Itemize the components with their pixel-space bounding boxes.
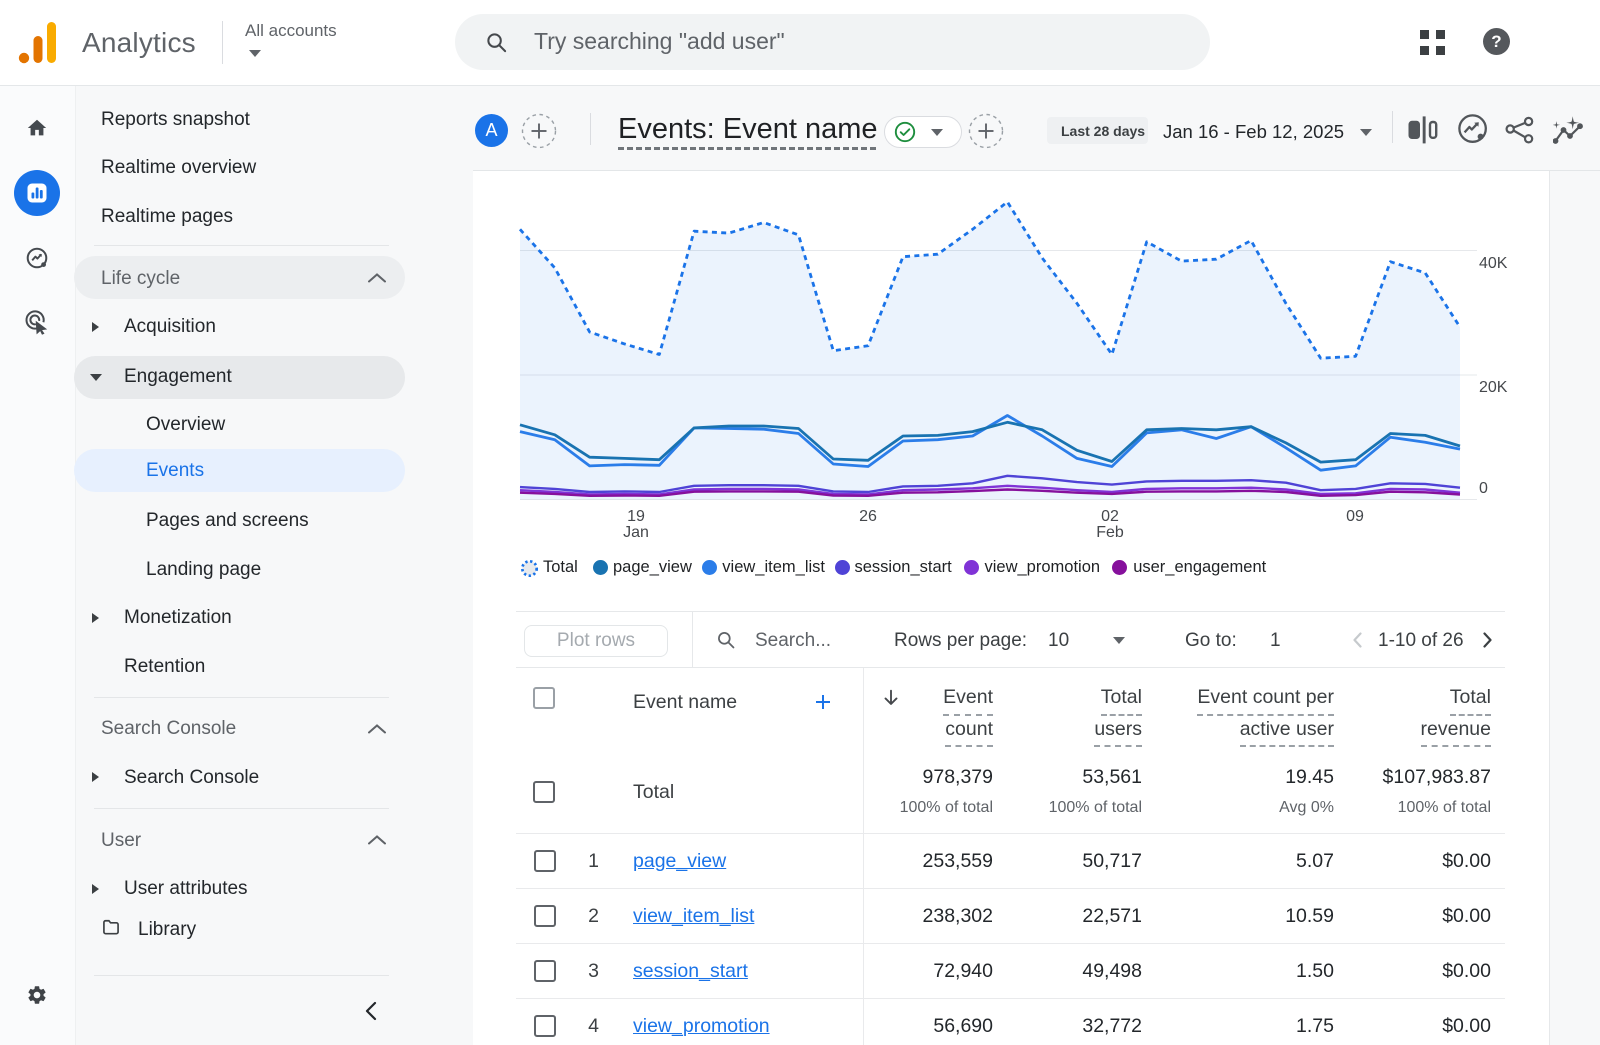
svg-text:Jan: Jan [623, 524, 649, 541]
svg-text:26: 26 [859, 508, 877, 525]
svg-text:20K: 20K [1479, 379, 1508, 396]
svg-text:19: 19 [627, 508, 645, 525]
svg-text:Feb: Feb [1096, 524, 1124, 541]
svg-text:40K: 40K [1479, 255, 1508, 272]
svg-text:0: 0 [1479, 480, 1488, 497]
svg-text:02: 02 [1101, 508, 1119, 525]
svg-text:09: 09 [1346, 508, 1364, 525]
